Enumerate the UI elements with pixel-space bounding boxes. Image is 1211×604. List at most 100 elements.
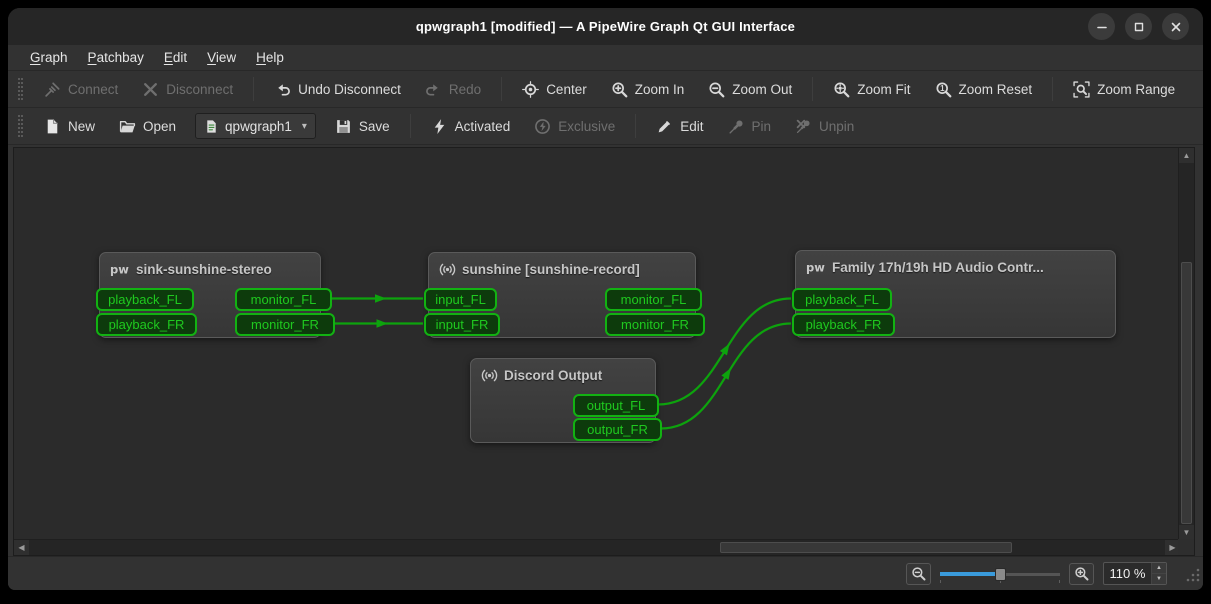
toolbar-drag-handle[interactable] bbox=[18, 78, 23, 100]
zoom-in-button[interactable]: Zoom In bbox=[600, 75, 696, 104]
toolbar-button-label: Disconnect bbox=[166, 81, 234, 97]
node-sink-sunshine-stereo[interactable]: pw sink-sunshine-stereo playback_FL playbac… bbox=[96, 252, 335, 338]
close-button[interactable] bbox=[1162, 13, 1189, 40]
port-monitor-fr-output[interactable]: monitor_FR bbox=[235, 313, 335, 336]
svg-text:pw: pw bbox=[110, 263, 129, 277]
node-header: Discord Output bbox=[471, 359, 655, 384]
node-header: pw sink-sunshine-stereo bbox=[100, 253, 320, 277]
toolbar-button-label: Zoom In bbox=[634, 81, 685, 97]
toolbar-separator bbox=[409, 114, 411, 138]
spin-up-icon[interactable]: ▲ bbox=[1152, 563, 1166, 573]
edit-button[interactable]: Edit bbox=[645, 112, 714, 141]
toolbar-button-label: Save bbox=[358, 118, 390, 134]
port-playback-fl-input[interactable]: playback_FL bbox=[96, 288, 194, 311]
horizontal-scrollbar[interactable]: ◀ ▶ bbox=[14, 539, 1180, 555]
zoom-out-button[interactable] bbox=[906, 562, 931, 585]
zoom-out-button[interactable]: Zoom Out bbox=[697, 75, 803, 104]
zoom-in-icon bbox=[611, 81, 628, 98]
spin-down-icon[interactable]: ▼ bbox=[1152, 573, 1166, 584]
node-discord-output[interactable]: Discord Output output_FL output_FR bbox=[470, 358, 662, 443]
save-button[interactable]: Save bbox=[324, 112, 401, 141]
activated-button[interactable]: Activated bbox=[420, 112, 522, 141]
toolbar-button-label: Pin bbox=[751, 118, 772, 134]
port-playback-fr-input[interactable]: playback_FR bbox=[792, 313, 895, 336]
disconnect-button[interactable]: Disconnect bbox=[131, 75, 244, 104]
node-header: sunshine [sunshine-record] bbox=[429, 253, 695, 278]
zoom-spinbox[interactable]: 110 % ▲ ▼ bbox=[1103, 562, 1167, 585]
zoom-in-button[interactable] bbox=[1069, 562, 1094, 585]
menu-graph[interactable]: Graph bbox=[20, 47, 78, 68]
patchbay-file-icon bbox=[204, 119, 219, 134]
toolbar-button-label: Undo Disconnect bbox=[298, 81, 401, 97]
activated-icon bbox=[431, 118, 448, 135]
zoom-slider[interactable] bbox=[940, 565, 1060, 583]
undo-disconnect-button[interactable]: Undo Disconnect bbox=[263, 75, 412, 104]
toolbar-button-label: Zoom Fit bbox=[857, 81, 911, 97]
vertical-scrollbar-thumb[interactable] bbox=[1181, 262, 1192, 524]
center-button[interactable]: Center bbox=[511, 75, 598, 104]
zoom-range-icon bbox=[1073, 80, 1090, 98]
port-playback-fr-input[interactable]: playback_FR bbox=[96, 313, 197, 336]
zoom-range-button[interactable]: Zoom Range bbox=[1062, 75, 1186, 104]
app-window: qpwgraph1 [modified] — A PipeWire Graph … bbox=[8, 8, 1203, 590]
toolbar-button-label: New bbox=[68, 118, 96, 134]
port-input-fr-input[interactable]: input_FR bbox=[424, 313, 500, 336]
new-button[interactable]: New bbox=[33, 112, 106, 141]
scroll-up-arrow-icon[interactable]: ▲ bbox=[1179, 148, 1194, 163]
graph-toolbar: Connect Disconnect Undo Disconnect Redo Cent… bbox=[8, 71, 1203, 108]
menu-patchbay[interactable]: Patchbay bbox=[78, 47, 154, 68]
connection-wire[interactable] bbox=[660, 322, 792, 430]
port-playback-fl-input[interactable]: playback_FL bbox=[792, 288, 892, 311]
port-monitor-fl-output[interactable]: monitor_FL bbox=[605, 288, 702, 311]
node-sunshine-sunshine-record[interactable]: sunshine [sunshine-record] input_FL input_… bbox=[424, 252, 705, 338]
toolbar-drag-handle[interactable] bbox=[18, 115, 23, 137]
toolbar-button-label: Edit bbox=[680, 118, 704, 134]
connect-button[interactable]: Connect bbox=[33, 75, 129, 104]
pipewire-icon: pw bbox=[110, 261, 130, 277]
toolbar-button-label: Center bbox=[546, 81, 587, 97]
pipewire-icon: pw bbox=[806, 259, 826, 275]
toolbar-separator bbox=[812, 77, 814, 101]
menu-help[interactable]: Help bbox=[246, 47, 294, 68]
scroll-down-arrow-icon[interactable]: ▼ bbox=[1179, 525, 1194, 540]
slider-tick bbox=[940, 579, 941, 583]
exclusive-button[interactable]: Exclusive bbox=[523, 112, 626, 141]
window-controls bbox=[1088, 13, 1189, 40]
port-monitor-fl-output[interactable]: monitor_FL bbox=[235, 288, 332, 311]
port-monitor-fr-output[interactable]: monitor_FR bbox=[605, 313, 705, 336]
scroll-left-arrow-icon[interactable]: ◀ bbox=[14, 540, 29, 555]
audio-node-icon bbox=[439, 261, 456, 278]
node-family-17h-19h-hd-audio-contr[interactable]: pw Family 17h/19h HD Audio Contr... playba… bbox=[792, 250, 1116, 338]
zoom-fit-button[interactable]: Zoom Fit bbox=[822, 75, 921, 104]
menu-bar: Graph Patchbay Edit View Help bbox=[8, 45, 1203, 71]
graph-canvas[interactable]: pw sink-sunshine-stereo playback_FL playbac… bbox=[14, 148, 1178, 540]
maximize-button[interactable] bbox=[1125, 13, 1152, 40]
undo-icon bbox=[274, 81, 291, 98]
open-button[interactable]: Open bbox=[108, 112, 187, 141]
node-header: pw Family 17h/19h HD Audio Contr... bbox=[796, 251, 1115, 275]
horizontal-scrollbar-thumb[interactable] bbox=[720, 542, 1012, 553]
redo-button[interactable]: Redo bbox=[414, 75, 492, 104]
unpin-button[interactable]: Unpin bbox=[784, 112, 865, 141]
toolbar-button-label: Zoom Reset bbox=[958, 81, 1033, 97]
exclusive-icon bbox=[534, 118, 551, 135]
patchbay-profile-selector[interactable]: qpwgraph1 ▾ bbox=[195, 113, 316, 139]
toolbar-button-label: Redo bbox=[448, 81, 482, 97]
resize-grip-icon[interactable] bbox=[1186, 568, 1200, 587]
vertical-scrollbar[interactable]: ▲ ▼ bbox=[1178, 148, 1194, 540]
pin-button[interactable]: Pin bbox=[717, 112, 783, 141]
port-input-fl-input[interactable]: input_FL bbox=[424, 288, 497, 311]
title-bar[interactable]: qpwgraph1 [modified] — A PipeWire Graph … bbox=[8, 8, 1203, 45]
zoom-reset-button[interactable]: 1 Zoom Reset bbox=[924, 75, 1044, 104]
node-title: Family 17h/19h HD Audio Contr... bbox=[832, 259, 1044, 275]
menu-view[interactable]: View bbox=[197, 47, 246, 68]
zoom-slider-handle[interactable] bbox=[995, 567, 1006, 581]
zoom-out-icon bbox=[708, 81, 725, 98]
menu-edit[interactable]: Edit bbox=[154, 47, 197, 68]
zoom-in-icon bbox=[1074, 566, 1089, 581]
minimize-button[interactable] bbox=[1088, 13, 1115, 40]
port-output-fr-output[interactable]: output_FR bbox=[573, 418, 662, 441]
toolbar-separator bbox=[501, 77, 503, 101]
connection-arrow-icon bbox=[719, 343, 730, 356]
port-output-fl-output[interactable]: output_FL bbox=[573, 394, 659, 417]
